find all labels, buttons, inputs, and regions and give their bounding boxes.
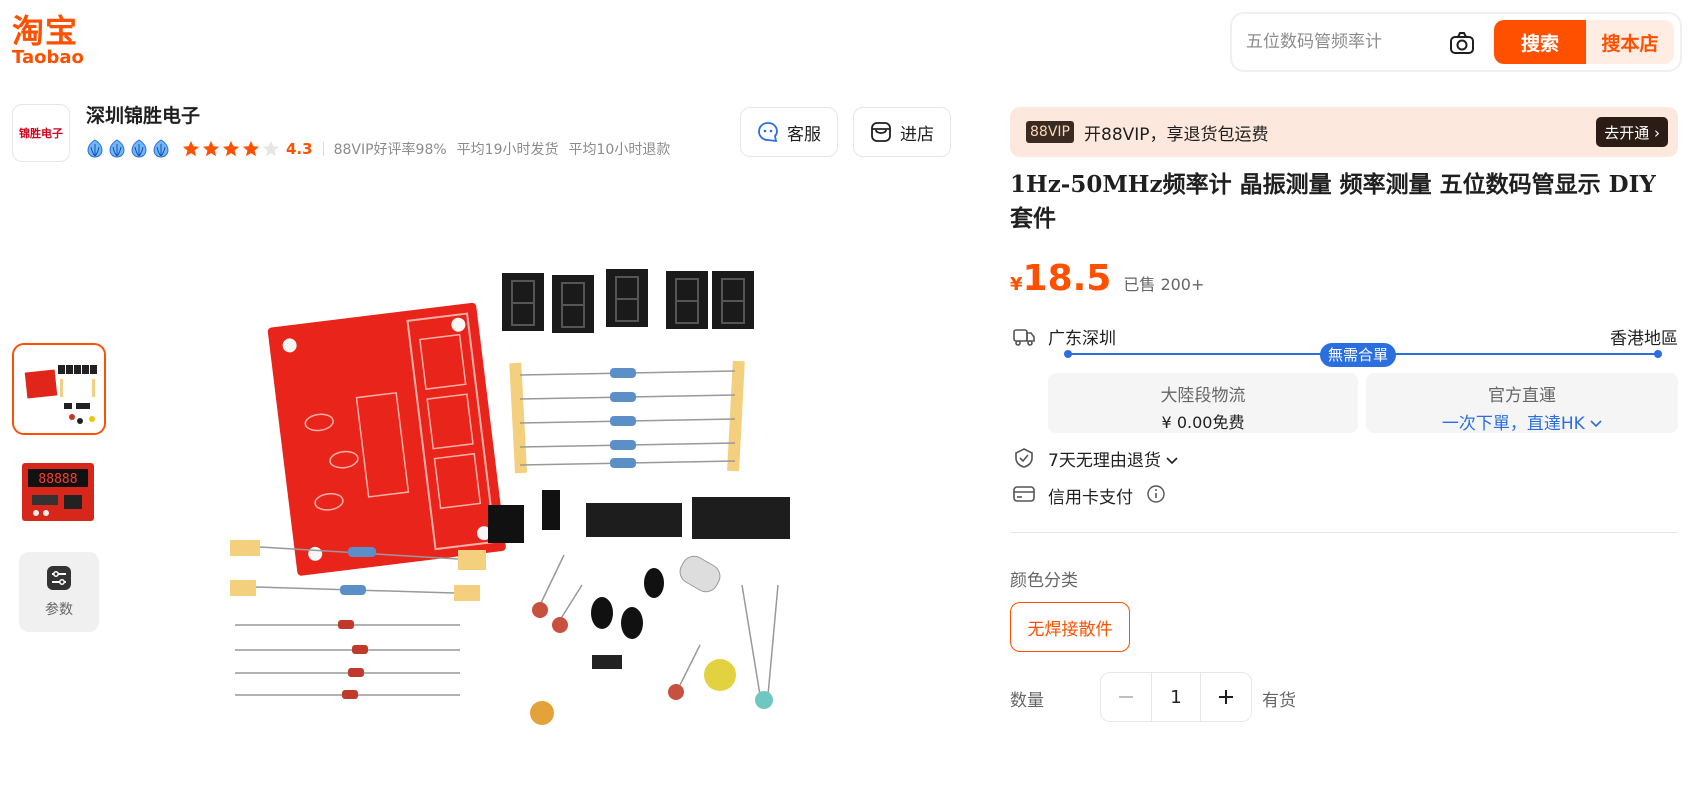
crown-icon: [87, 139, 103, 158]
star-empty-icon: [262, 140, 280, 157]
return-shield-icon: [1015, 448, 1033, 468]
minus-icon: [1119, 696, 1133, 698]
shop-logo[interactable]: 锦胜电子: [12, 104, 70, 162]
thumbnail-kit-parts[interactable]: [12, 343, 106, 435]
route-start-dot: [1064, 350, 1072, 358]
ic-socket: [692, 497, 790, 539]
plus-icon: [1219, 690, 1233, 704]
chat-bubble-icon: [758, 122, 778, 143]
crown-icon: [131, 139, 147, 158]
svg-text:88888: 88888: [38, 472, 77, 487]
chevron-down-icon: [1590, 420, 1602, 428]
ship-origin: 广东深圳: [1048, 329, 1116, 349]
sliders-icon: [47, 566, 71, 590]
thumbnail-assembled-board[interactable]: 88888: [12, 447, 106, 539]
vip-badge: 88VIP: [1026, 121, 1074, 143]
pcb-board: [267, 302, 506, 576]
direct-shipping-card[interactable]: 官方直運 一次下單，直達HK: [1366, 373, 1678, 434]
ship-destination[interactable]: 香港地區: [1610, 324, 1678, 349]
assembled-board-thumbnail-image: 88888: [12, 447, 106, 539]
truck-icon: [1013, 329, 1035, 346]
direct-shipping-link[interactable]: 一次下單，直達HK: [1366, 409, 1678, 434]
quantity-stepper: [1100, 672, 1252, 722]
price-row: ¥ 18.5 已售 200+: [1010, 258, 1204, 299]
product-price: 18.5: [1022, 258, 1112, 299]
increase-button[interactable]: [1201, 673, 1251, 721]
logo-english-text: Taobao: [12, 47, 84, 68]
chevron-down-icon: [1166, 457, 1178, 465]
camera-icon[interactable]: [1448, 30, 1476, 56]
shop-name[interactable]: 深圳锦胜电子: [86, 101, 200, 128]
store-icon: [871, 122, 891, 142]
quantity-input[interactable]: [1151, 673, 1201, 721]
avg-refund-time: 平均10小时退款: [568, 142, 671, 158]
seven-segment-displays: [502, 269, 754, 333]
return-policy-text: 7天无理由退货: [1048, 451, 1161, 471]
mainland-logistics-card: 大陸段物流 ¥ 0.00免费: [1048, 373, 1358, 433]
star-icon: [202, 140, 220, 157]
currency-symbol: ¥: [1010, 274, 1023, 295]
search-input[interactable]: [1246, 26, 1446, 58]
direct-shipping-text: 一次下單，直達HK: [1441, 414, 1585, 434]
mainland-logistics-title: 大陸段物流: [1160, 386, 1246, 406]
vip-activate-label: 去开通: [1604, 123, 1650, 142]
search-button[interactable]: 搜索: [1494, 20, 1586, 64]
ic-chip: [586, 503, 682, 537]
route-tag: 無需合單: [1320, 343, 1397, 367]
crown-badges: [86, 139, 170, 159]
star-icon: [242, 140, 260, 157]
vip-activate-button[interactable]: 去开通 ›: [1596, 117, 1668, 147]
color-category-label: 颜色分类: [1010, 571, 1078, 591]
parameters-label: 参数: [45, 602, 73, 618]
info-icon[interactable]: [1146, 484, 1166, 504]
kit-parts-thumbnail-image: [14, 345, 104, 433]
avg-ship-time: 平均19小时发货: [456, 142, 559, 158]
logo-chinese-text: 淘宝: [12, 12, 79, 50]
decrease-button[interactable]: [1101, 673, 1151, 721]
customer-service-button[interactable]: 客服: [740, 107, 838, 157]
sold-count: 已售 200+: [1123, 275, 1205, 294]
star-icon: [222, 140, 240, 157]
search-store-button[interactable]: 搜本店: [1586, 20, 1674, 64]
direct-shipping-title: 官方直運: [1488, 386, 1556, 406]
sku-option-button[interactable]: 无焊接散件: [1010, 602, 1130, 652]
search-bar: 搜索 搜本店: [1230, 12, 1682, 72]
switch: [542, 490, 560, 530]
shop-meta: 4.3 88VIP好评率98% 平均19小时发货 平均10小时退款: [86, 138, 680, 160]
divider: [322, 142, 324, 156]
mainland-logistics-fee: ¥ 0.00免费: [1161, 413, 1245, 432]
product-title: 1Hz-50MHz频率计 晶振测量 频率测量 五位数码管显示 DIY套件: [1010, 171, 1656, 232]
power-jack: [488, 505, 524, 543]
route-end-dot: [1654, 350, 1662, 358]
stock-status: 有货: [1262, 691, 1296, 711]
quantity-label: 数量: [1010, 691, 1044, 711]
shop-rating: 4.3: [286, 140, 313, 158]
payment-method: 信用卡支付: [1048, 488, 1133, 508]
taobao-logo[interactable]: 淘宝 Taobao: [12, 14, 92, 70]
vip-banner: 88VIP 开88VIP，享退货包运费 去开通 ›: [1010, 107, 1678, 157]
enter-store-label: 进店: [900, 124, 934, 145]
shop-logo-text: 锦胜电子: [19, 127, 63, 140]
enter-store-button[interactable]: 进店: [853, 107, 951, 157]
crown-icon: [109, 139, 125, 158]
parameters-button[interactable]: 参数: [19, 552, 99, 632]
section-divider: [1010, 532, 1678, 533]
star-icon: [182, 140, 200, 157]
good-review-rate: 88VIP好评率98%: [333, 142, 447, 158]
customer-service-label: 客服: [787, 124, 821, 145]
product-main-image[interactable]: [230, 185, 840, 785]
credit-card-icon: [1013, 486, 1035, 502]
return-policy[interactable]: 7天无理由退货: [1048, 446, 1178, 471]
rating-stars: [182, 140, 280, 158]
vip-promo-text: 开88VIP，享退货包运费: [1084, 125, 1269, 145]
crown-icon: [153, 139, 169, 158]
